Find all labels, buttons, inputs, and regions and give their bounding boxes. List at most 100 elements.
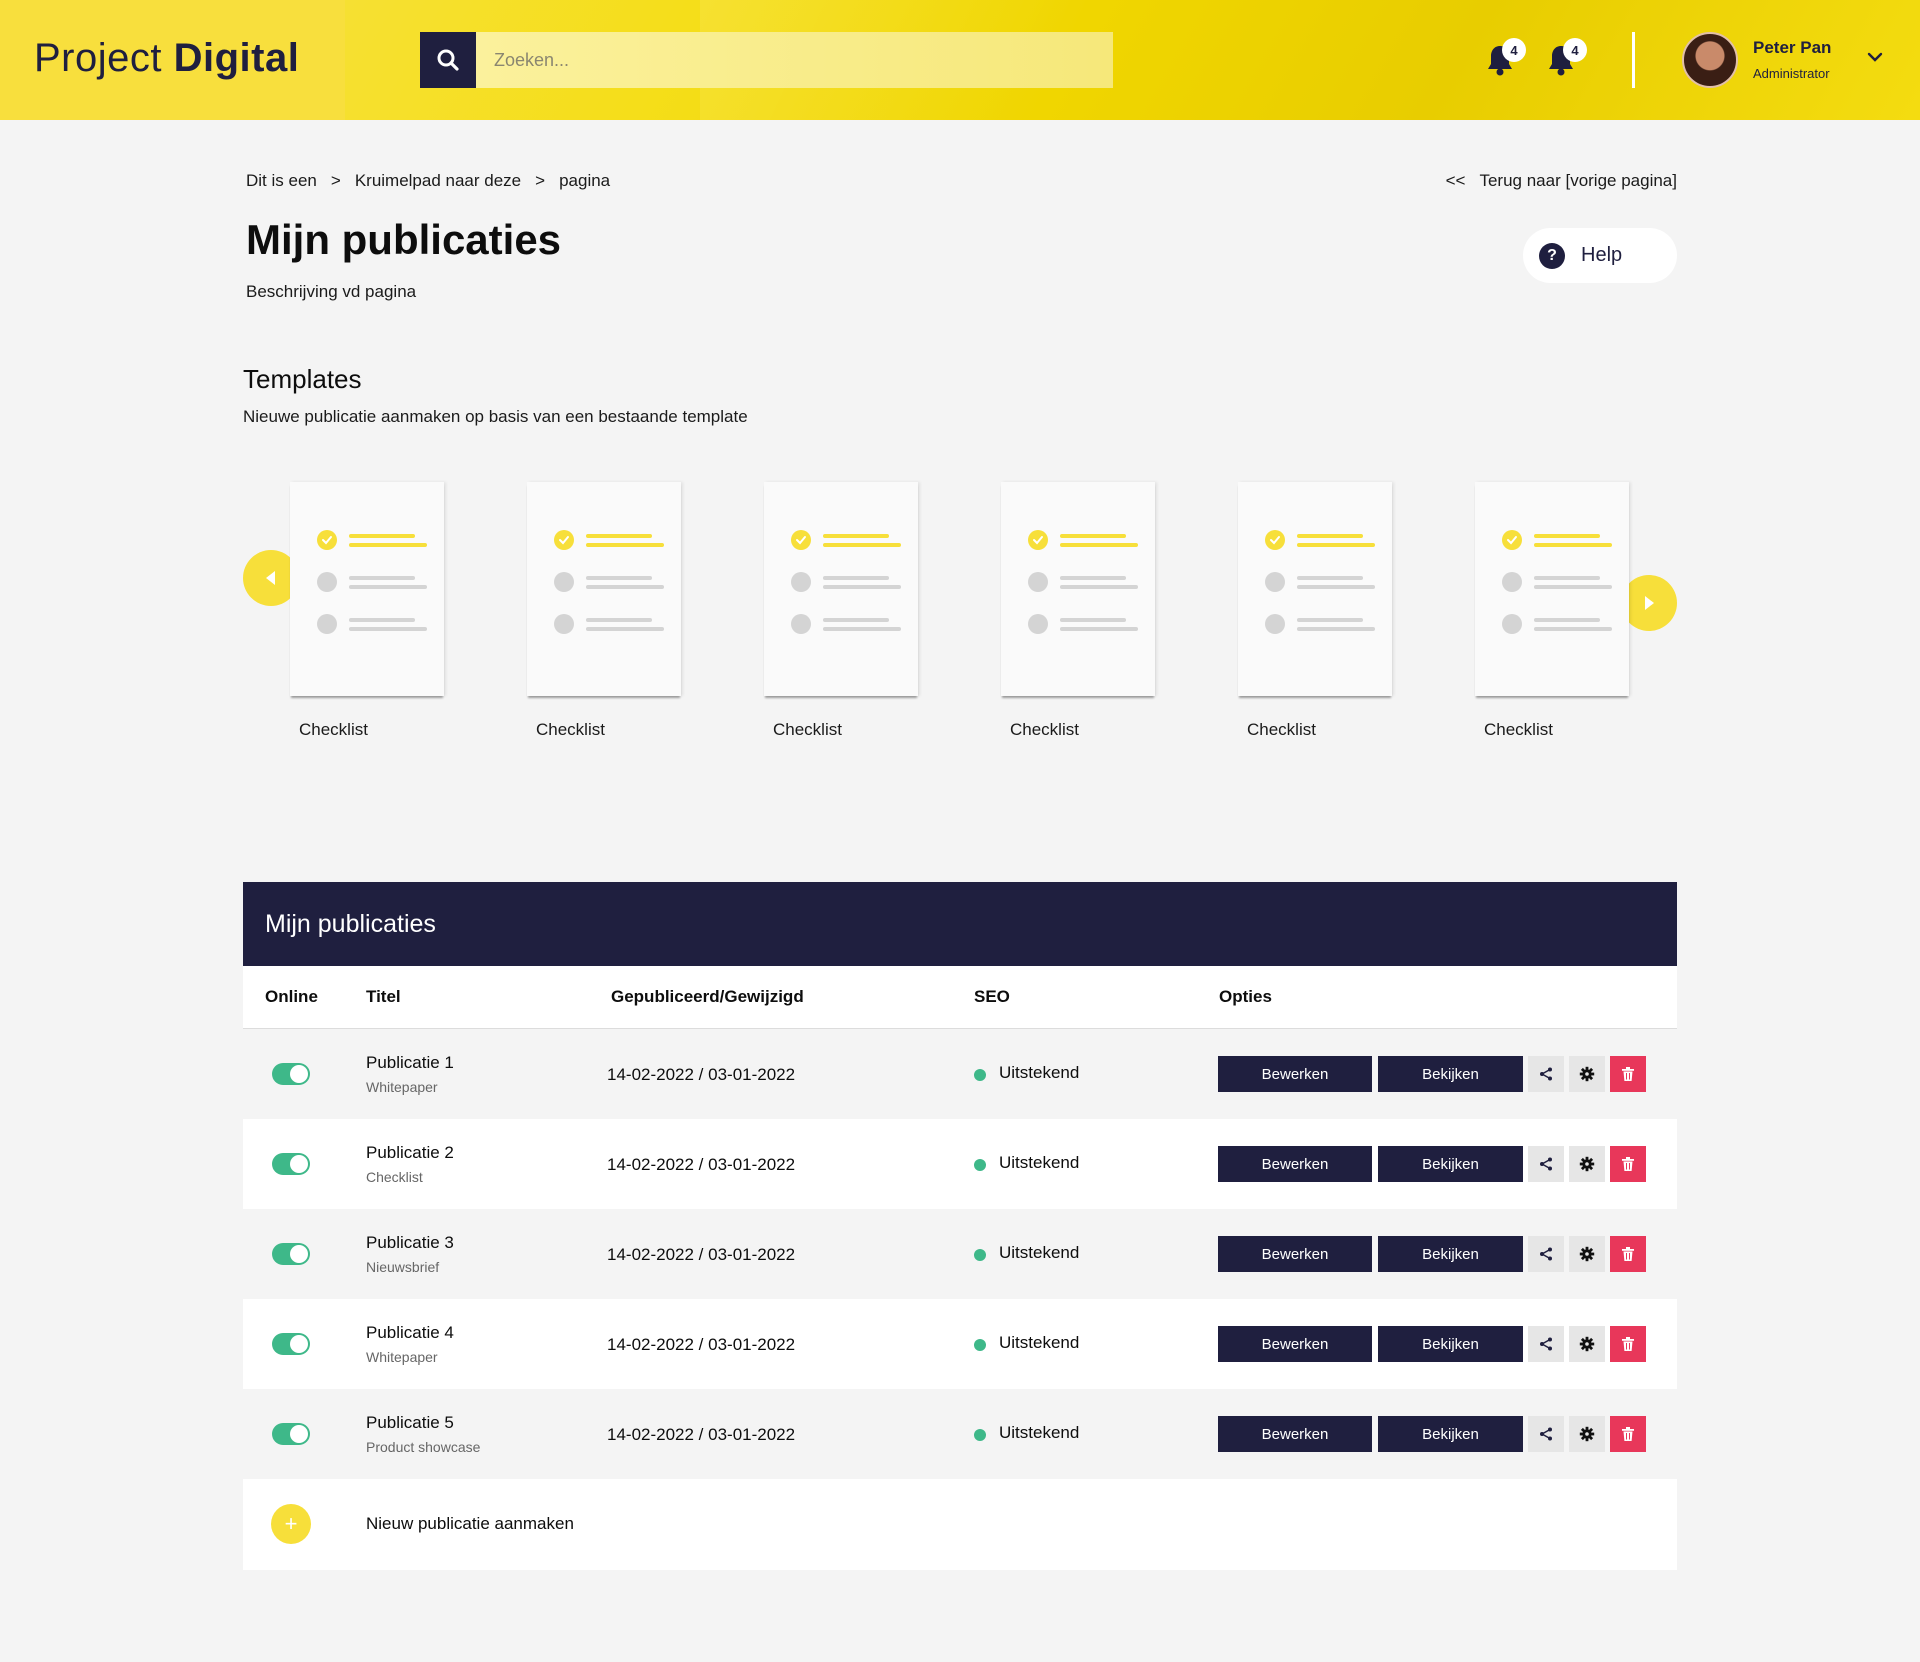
edit-button[interactable]: Bewerken: [1218, 1326, 1372, 1362]
publication-title: Publicatie 5: [366, 1413, 454, 1432]
placeholder-lines: [1060, 617, 1138, 631]
plus-icon[interactable]: +: [271, 1504, 311, 1544]
breadcrumb-separator: >: [535, 171, 546, 190]
placeholder-lines: [1534, 533, 1612, 547]
user-menu-button[interactable]: [1866, 50, 1884, 68]
online-toggle[interactable]: [272, 1153, 310, 1175]
checked-item: [1265, 530, 1375, 550]
table-row: Publicatie 3 Nieuwsbrief 14-02-2022 / 03-0…: [243, 1209, 1677, 1299]
checklist-thumbnail: [527, 482, 681, 696]
checked-item: [554, 530, 664, 550]
search-button[interactable]: [420, 32, 476, 88]
template-label: Checklist: [1484, 720, 1553, 739]
trash-icon: [1622, 1247, 1634, 1261]
template-card[interactable]: Checklist: [1001, 482, 1155, 740]
delete-button[interactable]: [1610, 1146, 1646, 1182]
delete-button[interactable]: [1610, 1416, 1646, 1452]
template-card[interactable]: Checklist: [527, 482, 681, 740]
new-publication-label[interactable]: Nieuw publicatie aanmaken: [366, 1514, 574, 1534]
circle-icon: [317, 614, 337, 634]
view-button[interactable]: Bekijken: [1378, 1326, 1523, 1362]
breadcrumb: Dit is een > Kruimelpad naar deze > pagi…: [246, 171, 610, 191]
publication-dates: 14-02-2022 / 03-01-2022: [607, 1425, 796, 1444]
unchecked-item: [1265, 614, 1375, 634]
gear-icon: [1579, 1246, 1595, 1262]
seo-status: Uitstekend: [999, 1243, 1080, 1262]
checklist-thumbnail: [1475, 482, 1629, 696]
seo-status-dot: [974, 1339, 986, 1351]
delete-button[interactable]: [1610, 1056, 1646, 1092]
template-card[interactable]: Checklist: [1475, 482, 1629, 740]
table-body: Publicatie 1 Whitepaper 14-02-2022 / 03-01…: [243, 1029, 1677, 1479]
online-toggle[interactable]: [272, 1333, 310, 1355]
share-icon: [1540, 1337, 1552, 1351]
view-button[interactable]: Bekijken: [1378, 1056, 1523, 1092]
settings-button[interactable]: [1569, 1146, 1605, 1182]
checked-item: [317, 530, 427, 550]
carousel-next-button[interactable]: [1621, 575, 1677, 631]
templates-title: Templates: [243, 364, 362, 394]
placeholder-lines: [823, 575, 901, 589]
settings-button[interactable]: [1569, 1236, 1605, 1272]
placeholder-lines: [586, 533, 664, 547]
view-button[interactable]: Bekijken: [1378, 1236, 1523, 1272]
placeholder-lines: [349, 575, 427, 589]
online-toggle[interactable]: [272, 1063, 310, 1085]
breadcrumb-item[interactable]: pagina: [559, 171, 610, 191]
search-input[interactable]: [476, 32, 1113, 88]
placeholder-lines: [1534, 575, 1612, 589]
template-label: Checklist: [773, 720, 842, 739]
view-button[interactable]: Bekijken: [1378, 1416, 1523, 1452]
share-button[interactable]: [1528, 1326, 1564, 1362]
help-button[interactable]: ? Help: [1523, 228, 1677, 283]
breadcrumb-item[interactable]: Dit is een: [246, 171, 317, 191]
placeholder-lines: [1060, 533, 1138, 547]
online-toggle[interactable]: [272, 1243, 310, 1265]
delete-button[interactable]: [1610, 1236, 1646, 1272]
online-toggle[interactable]: [272, 1423, 310, 1445]
avatar[interactable]: [1682, 32, 1738, 88]
circle-icon: [1265, 614, 1285, 634]
settings-button[interactable]: [1569, 1416, 1605, 1452]
publication-title: Publicatie 3: [366, 1233, 454, 1252]
edit-button[interactable]: Bewerken: [1218, 1236, 1372, 1272]
publication-type: Whitepaper: [366, 1349, 438, 1365]
unchecked-item: [1028, 572, 1138, 592]
new-publication-row[interactable]: + Nieuw publicatie aanmaken: [243, 1479, 1677, 1570]
unchecked-item: [317, 614, 427, 634]
settings-button[interactable]: [1569, 1056, 1605, 1092]
circle-icon: [1502, 572, 1522, 592]
logo[interactable]: Project Digital: [34, 36, 299, 81]
breadcrumb-item[interactable]: Kruimelpad naar deze: [355, 171, 521, 191]
delete-button[interactable]: [1610, 1326, 1646, 1362]
check-circle-icon: [1265, 530, 1285, 550]
share-button[interactable]: [1528, 1236, 1564, 1272]
column-header-title[interactable]: Titel: [366, 987, 401, 1007]
settings-button[interactable]: [1569, 1326, 1605, 1362]
template-card[interactable]: Checklist: [290, 482, 444, 740]
column-header-online[interactable]: Online: [265, 987, 318, 1007]
template-card[interactable]: Checklist: [764, 482, 918, 740]
edit-button[interactable]: Bewerken: [1218, 1416, 1372, 1452]
template-card[interactable]: Checklist: [1238, 482, 1392, 740]
checked-item: [1028, 530, 1138, 550]
share-button[interactable]: [1528, 1056, 1564, 1092]
view-button[interactable]: Bekijken: [1378, 1146, 1523, 1182]
trash-icon: [1622, 1157, 1634, 1171]
column-header-seo[interactable]: SEO: [974, 987, 1010, 1007]
share-button[interactable]: [1528, 1416, 1564, 1452]
notification-button-1[interactable]: 4: [1486, 38, 1526, 78]
page-description: Beschrijving vd pagina: [246, 282, 417, 301]
unchecked-item: [554, 572, 664, 592]
placeholder-lines: [586, 575, 664, 589]
back-link[interactable]: << Terug naar [vorige pagina]: [1446, 171, 1677, 191]
publications-table: Mijn publicaties Online Titel Gepublicee…: [243, 882, 1677, 1570]
share-button[interactable]: [1528, 1146, 1564, 1182]
triangle-left-icon: [266, 571, 275, 585]
edit-button[interactable]: Bewerken: [1218, 1146, 1372, 1182]
placeholder-lines: [586, 617, 664, 631]
column-header-dates[interactable]: Gepubliceerd/Gewijzigd: [611, 987, 804, 1007]
edit-button[interactable]: Bewerken: [1218, 1056, 1372, 1092]
notification-button-2[interactable]: 4: [1547, 38, 1587, 78]
help-icon: ?: [1539, 242, 1565, 269]
